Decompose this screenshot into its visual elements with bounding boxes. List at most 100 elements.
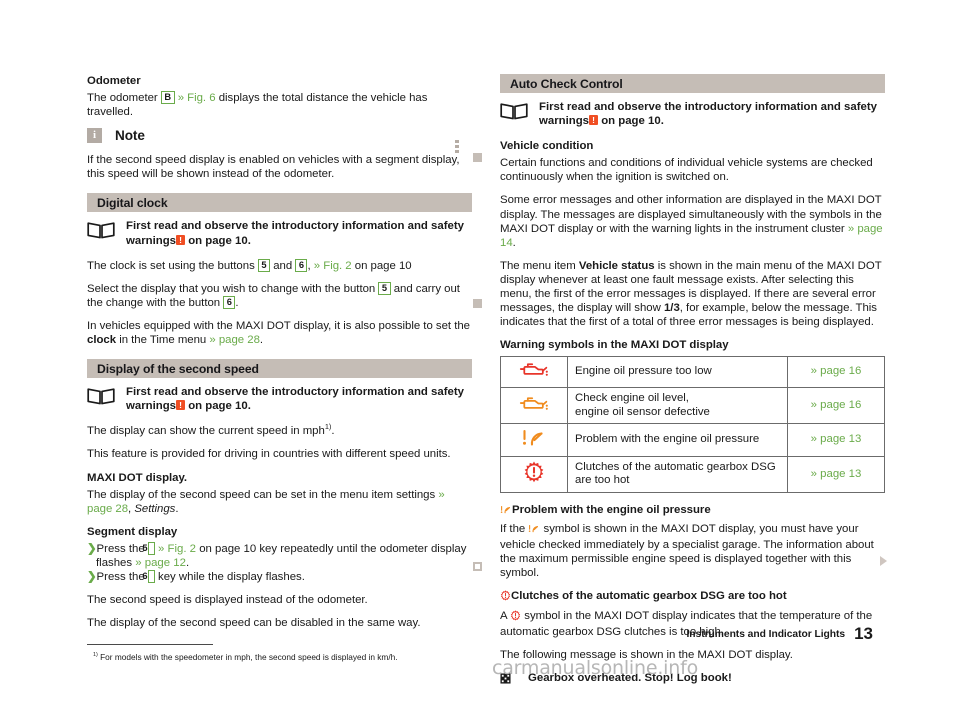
section-title-text-2: Display of the second speed xyxy=(97,361,259,376)
safety-intro-text: First read and observe the introductory … xyxy=(126,219,472,247)
oil-pressure-gauge-orange-icon xyxy=(523,430,543,446)
clock-p3-xref[interactable]: » page 28 xyxy=(209,334,260,346)
table-cell-description: Check engine oil level, engine oil senso… xyxy=(567,386,788,425)
note-block: i Note xyxy=(87,128,472,144)
change-bar-mini-marks xyxy=(455,140,460,155)
safety-intro-auto-check: First read and observe the introductory … xyxy=(500,100,885,128)
warning-exclamation-chip-2: ! xyxy=(176,400,186,411)
warning-symbols-table: Engine oil pressure too low » page 16 Ch… xyxy=(500,356,885,493)
gear-exclamation-icon-cell xyxy=(500,455,568,493)
clock-p3-post: . xyxy=(259,334,264,347)
acc-p3-pre: The menu item xyxy=(500,259,576,272)
maxi-dot-body: The display of the second speed can be s… xyxy=(87,488,472,516)
open-book-icon xyxy=(87,221,115,244)
warning-exclamation-chip-3: ! xyxy=(589,115,599,126)
clock-paragraph-1: The clock is set using the buttons 5 and… xyxy=(87,258,472,273)
bullet-2-mid: key while the display flashes. xyxy=(158,571,305,584)
table-cell-description: Engine oil pressure too low xyxy=(567,356,788,388)
table-cell-reference[interactable]: » page 16 xyxy=(787,356,885,388)
clock-p1-post: on page 10 xyxy=(354,259,412,272)
clock-paragraph-2: Select the display that you wish to chan… xyxy=(87,281,472,310)
page-footer: Instruments and Indicator Lights 13 xyxy=(0,624,960,644)
oil-pressure-gauge-icon-cell xyxy=(500,423,568,457)
acc-p2-pre: Some error messages and other informatio… xyxy=(500,194,882,235)
change-bar-marker-3 xyxy=(473,562,482,571)
maxi-dot-heading: MAXI DOT display. xyxy=(87,471,188,484)
bullet-1-xref[interactable]: » Fig. 2 xyxy=(158,543,196,555)
acc-p3-bold2: 1/3 xyxy=(663,302,680,315)
oil-can-red-icon xyxy=(519,363,548,377)
table-cell-reference[interactable]: » page 13 xyxy=(787,423,885,457)
oil-pressure-subheading: Problem with the engine oil pressure xyxy=(500,503,885,519)
key-box-5-c: 5 xyxy=(142,541,155,555)
info-icon: i xyxy=(87,128,102,144)
oil-pressure-gauge-inline-icon xyxy=(500,504,512,519)
section-heading-digital-clock: Digital clock xyxy=(87,193,472,213)
segment-display-heading: Segment display xyxy=(87,525,178,538)
speed-paragraph-3: The second speed is displayed instead of… xyxy=(87,594,368,607)
maxi-body-pre: The display of the second speed can be s… xyxy=(87,488,436,501)
clock-p1-and: and xyxy=(273,259,293,272)
footnote-divider xyxy=(87,644,213,646)
open-book-icon-2 xyxy=(87,387,115,410)
table-cell-reference[interactable]: » page 13 xyxy=(787,455,885,493)
note-label: Note xyxy=(115,128,145,144)
footer-page-number: 13 xyxy=(854,624,873,643)
open-book-icon-3 xyxy=(500,102,528,125)
odometer-figure-xref[interactable]: » Fig. 6 xyxy=(178,92,216,104)
clock-p3-mid: in the Time menu xyxy=(119,334,207,347)
table-cell-description: Problem with the engine oil pressure xyxy=(567,423,788,457)
bullet-arrow-icon: ❯ xyxy=(87,542,97,555)
table-row: Clutches of the automatic gearbox DSG ar… xyxy=(500,455,885,493)
key-box-5-b: 5 xyxy=(378,281,391,295)
odometer-paragraph: The odometer B » Fig. 6 displays the tot… xyxy=(87,91,472,119)
clock-p1-pre: The clock is set using the buttons xyxy=(87,259,255,272)
section-title-text-3: Auto Check Control xyxy=(510,76,623,91)
key-box-6: 6 xyxy=(295,258,308,272)
section-heading-auto-check-control: Auto Check Control xyxy=(500,74,885,93)
acc-p3-bold1: Vehicle status xyxy=(578,259,655,272)
speed-paragraph-1: The display can show the current speed i… xyxy=(87,423,472,438)
clock-p2-post: . xyxy=(235,296,239,309)
left-column: Odometer The odometer B » Fig. 6 display… xyxy=(87,74,472,663)
list-item: ❯Press the 6 key while the display flash… xyxy=(87,570,472,584)
oil-pressure-body-post: symbol is shown in the MAXI DOT display,… xyxy=(500,523,874,580)
speed-paragraph-2: This feature is provided for driving in … xyxy=(87,448,451,461)
maxi-italic: Settings xyxy=(134,502,176,515)
bullet-1-pre: Press the xyxy=(96,542,145,555)
note-body: If the second speed display is enabled o… xyxy=(87,154,460,181)
continuation-arrow-icon xyxy=(880,556,887,566)
safety-intro-text-3: First read and observe the introductory … xyxy=(539,100,885,128)
bullet-1-xref2[interactable]: » page 12 xyxy=(135,557,186,569)
bullet-1-post: . xyxy=(185,556,190,569)
oil-pressure-gauge-inline-icon-2 xyxy=(528,523,540,538)
acc-paragraph-2: Some error messages and other informatio… xyxy=(500,193,885,249)
footer-chapter-title: Instruments and Indicator Lights xyxy=(686,629,846,640)
clock-p3-pre: In vehicles equipped with the MAXI DOT d… xyxy=(87,319,470,332)
table-cell-description: Clutches of the automatic gearbox DSG ar… xyxy=(567,455,788,493)
section-heading-second-speed: Display of the second speed xyxy=(87,359,472,379)
clock-p2-pre: Select the display that you wish to chan… xyxy=(87,282,376,295)
clock-p1-xref[interactable]: » Fig. 2 xyxy=(314,260,352,272)
maxi-body-mid: , xyxy=(128,502,132,515)
safety-intro-text-2: First read and observe the introductory … xyxy=(126,385,472,413)
dsg-clutches-heading-text: Clutches of the automatic gearbox DSG ar… xyxy=(511,590,787,603)
dsg-clutches-subheading: Clutches of the automatic gearbox DSG ar… xyxy=(500,589,885,605)
gear-exclamation-red-icon xyxy=(524,461,544,483)
acc-p2-post: . xyxy=(512,236,516,249)
safety-intro-second-speed: First read and observe the introductory … xyxy=(87,385,472,413)
dsg-body-pre: A xyxy=(500,609,507,622)
table-cell-reference[interactable]: » page 16 xyxy=(787,386,885,425)
key-box-5: 5 xyxy=(257,258,271,272)
key-box-6-c: 6 xyxy=(142,570,155,584)
safety-intro-post-3: on page 10. xyxy=(601,115,664,128)
oil-can-red-icon-cell xyxy=(500,356,568,388)
warning-symbols-table-heading: Warning symbols in the MAXI DOT display xyxy=(500,339,729,352)
oil-can-orange-icon-cell xyxy=(500,386,568,425)
bullet-arrow-icon-2: ❯ xyxy=(87,571,97,584)
clock-p1-comma: , xyxy=(307,259,311,272)
odometer-text-pre: The odometer xyxy=(87,92,158,105)
key-box-b: B xyxy=(160,91,175,105)
odometer-heading: Odometer xyxy=(87,75,141,87)
oil-pressure-body-pre: If the xyxy=(500,523,526,536)
